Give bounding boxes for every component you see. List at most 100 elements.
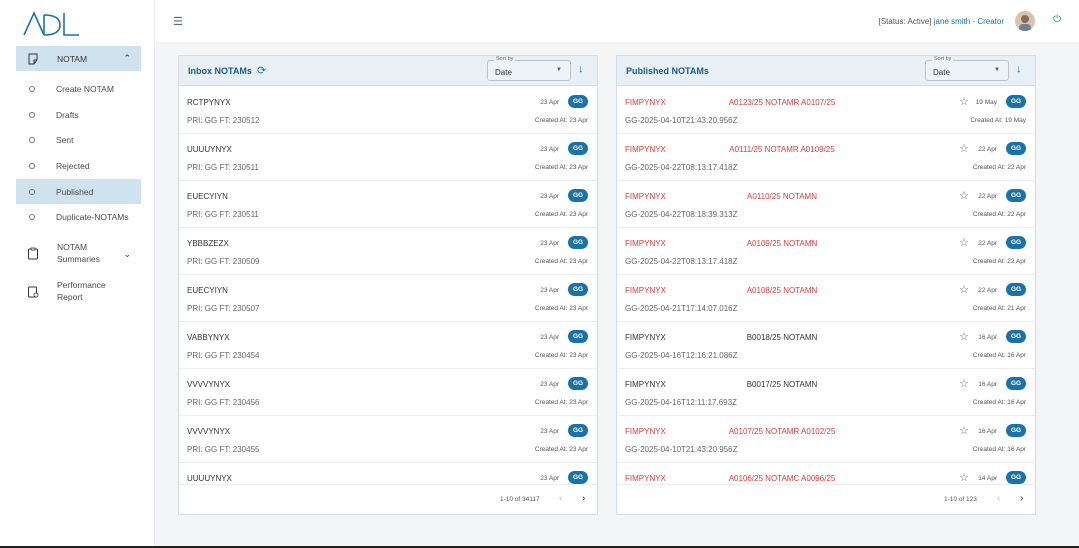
pagination: 1-10 of 123 ‹ ›: [617, 484, 1035, 514]
avatar[interactable]: [1015, 11, 1035, 31]
table-row[interactable]: FIMPYNYX GG-2025-04-16T12:11:17.693Z B0017…: [617, 369, 1035, 416]
table-row[interactable]: FIMPYNYX GG-2025-04-16T12:16:21.086Z B0018…: [617, 322, 1035, 369]
created-at: Created At: 23 Apr: [534, 117, 588, 124]
notam-timestamp: GG-2025-04-16T12:16:21.086Z: [625, 351, 738, 360]
table-row[interactable]: YBBBZEZX PRI: GG FT: 230509 23 Apr GG Create…: [179, 228, 597, 275]
sidebar-item-notam[interactable]: NOTAM ⌃: [16, 46, 141, 71]
created-at: Created At: 19 May: [970, 117, 1026, 124]
star-icon[interactable]: ☆: [959, 283, 969, 296]
sidebar-item-rejected[interactable]: Rejected: [16, 159, 141, 173]
sidebar-item-create-notam[interactable]: Create NOTAM: [16, 82, 141, 96]
table-row[interactable]: VVVVYNYX PRI: GG FT: 230456 23 Apr GG Create…: [179, 369, 597, 416]
panel-header: Inbox NOTAMs ⟳ Sort by Date ▼ ↓: [179, 56, 597, 86]
notam-timestamp: GG-2025-04-10T21:43:20.956Z: [625, 116, 738, 125]
chevron-left-icon[interactable]: ‹: [559, 493, 562, 504]
sidebar-item-label: Drafts: [56, 110, 79, 120]
star-icon[interactable]: ☆: [959, 189, 969, 202]
panel-title: Inbox NOTAMs: [188, 66, 252, 76]
status-badge: GG: [1006, 189, 1026, 202]
table-row[interactable]: UUUUYNYX PRI: GG FT: 230511 23 Apr GG Create…: [179, 134, 597, 181]
sidebar-item-performance-report[interactable]: Performance Report: [16, 279, 141, 303]
page-range: 1-10 of 123: [944, 496, 977, 503]
table-row[interactable]: RCTPYNYX PRI: GG FT: 230512 23 Apr GG Create…: [179, 87, 597, 134]
caret-down-icon: ▼: [556, 67, 562, 73]
created-at: Created At: 23 Apr: [534, 399, 588, 406]
star-icon[interactable]: ☆: [959, 236, 969, 249]
notam-originator: RCTPYNYX: [187, 98, 231, 107]
chevron-right-icon[interactable]: ›: [1020, 493, 1023, 504]
power-icon[interactable]: ⏻: [1053, 14, 1061, 25]
table-row[interactable]: VVVVYNYX PRI: GG FT: 230455 23 Apr GG Create…: [179, 416, 597, 463]
star-icon[interactable]: ☆: [959, 424, 969, 437]
notam-originator: EUECYIYN: [187, 286, 228, 295]
table-row[interactable]: FIMPYNYX GG-2025-04-10T21:43:20.956Z A0123…: [617, 87, 1035, 134]
bullet-icon: [29, 112, 35, 118]
adl-logo[interactable]: [22, 8, 82, 38]
table-row[interactable]: FIMPYNYX GG-2025-04-22T08:18:39.313Z A0110…: [617, 181, 1035, 228]
table-row[interactable]: VABBYNYX PRI: GG FT: 230454 23 Apr GG Create…: [179, 322, 597, 369]
refresh-icon[interactable]: ⟳: [257, 64, 266, 77]
status-badge: GG: [568, 283, 588, 296]
sort-select[interactable]: Sort by Date ▼: [925, 56, 1009, 81]
table-row[interactable]: EUECYIYN PRI: GG FT: 230507 23 Apr GG Create…: [179, 275, 597, 322]
sidebar-item-label: Published: [56, 186, 94, 197]
star-icon[interactable]: ☆: [959, 330, 969, 343]
sort-direction-icon[interactable]: ↓: [1016, 63, 1022, 75]
chevron-left-icon[interactable]: ‹: [997, 493, 1000, 504]
sort-direction-icon[interactable]: ↓: [578, 63, 584, 75]
sidebar-item-notam-summaries[interactable]: NOTAM Summaries ⌄: [16, 241, 141, 265]
notam-originator: UUUUYNYX: [187, 474, 232, 483]
label-line-2: Report: [57, 292, 83, 302]
star-icon[interactable]: ☆: [959, 95, 969, 108]
status-text: [Status: Active]: [878, 17, 932, 26]
table-row[interactable]: FIMPYNYX GG-2025-04-10T21:43:20.956Z A0107…: [617, 416, 1035, 463]
table-row[interactable]: FIMPYNYX A0106/25 NOTAMC A0096/25 ☆ 14 Apr G…: [617, 463, 1035, 484]
sidebar-item-duplicate-notams[interactable]: Duplicate-NOTAMs: [16, 210, 141, 224]
table-row[interactable]: FIMPYNYX GG-2025-04-22T08:13:17.418Z A0111…: [617, 134, 1035, 181]
avatar-image: [1019, 15, 1031, 31]
sidebar-item-published[interactable]: Published: [16, 179, 141, 204]
sort-label: Sort by: [932, 56, 954, 62]
user-name[interactable]: jane smith - Creator: [934, 17, 1004, 26]
table-row[interactable]: FIMPYNYX GG-2025-04-21T17:14:07.016Z A0108…: [617, 275, 1035, 322]
notam-date: 14 Apr: [978, 475, 997, 482]
status-badge: GG: [1006, 471, 1026, 484]
bullet-icon: [29, 137, 35, 143]
chevron-right-icon[interactable]: ›: [582, 493, 585, 504]
notam-priority: PRI: GG FT: 230512: [187, 116, 260, 125]
notam-date: 22 Apr: [978, 287, 997, 294]
table-row[interactable]: FIMPYNYX GG-2025-04-22T08:13:17.418Z A0109…: [617, 228, 1035, 275]
bullet-icon: [29, 214, 35, 220]
notam-id: A0123/25 NOTAMR A0107/25: [728, 98, 836, 107]
status-badge: GG: [1006, 377, 1026, 390]
created-at: Created At: 21 Apr: [972, 305, 1026, 312]
sidebar-item-label: Sent: [56, 135, 74, 145]
notam-originator: UUUUYNYX: [187, 145, 232, 154]
sidebar-item-sent[interactable]: Sent: [16, 133, 141, 147]
notam-id: A0108/25 NOTAMN: [746, 286, 818, 295]
hamburger-menu-icon[interactable]: ☰: [173, 15, 183, 28]
bullet-icon: [29, 86, 35, 92]
notam-id: A0110/25 NOTAMN: [747, 192, 817, 201]
table-row[interactable]: UUUUYNYX 23 Apr GG: [179, 463, 597, 484]
notam-date: 23 Apr: [540, 428, 559, 435]
notam-timestamp: GG-2025-04-22T08:18:39.313Z: [625, 210, 738, 219]
notam-date: 23 Apr: [540, 287, 559, 294]
created-at: Created At: 22 Apr: [972, 211, 1026, 218]
chevron-down-icon[interactable]: ⌄: [123, 248, 131, 260]
created-at: Created At: 22 Apr: [972, 164, 1026, 171]
status-badge: GG: [568, 236, 588, 249]
notam-id: A0111/25 NOTAMR A0109/25: [729, 145, 835, 154]
notam-id: A0107/25 NOTAMR A0102/25: [728, 427, 836, 436]
sidebar-item-drafts[interactable]: Drafts: [16, 108, 141, 122]
star-icon[interactable]: ☆: [959, 142, 969, 155]
created-at: Created At: 23 Apr: [534, 305, 588, 312]
inbox-list: RCTPYNYX PRI: GG FT: 230512 23 Apr GG Create…: [179, 87, 597, 484]
chevron-up-icon[interactable]: ⌃: [123, 53, 131, 64]
table-row[interactable]: EUECYIYN PRI: GG FT: 230511 23 Apr GG Create…: [179, 181, 597, 228]
sidebar-item-label: Performance Report: [57, 279, 106, 303]
star-icon[interactable]: ☆: [959, 377, 969, 390]
star-icon[interactable]: ☆: [959, 471, 969, 484]
created-at: Created At: 22 Apr: [972, 258, 1026, 265]
sort-select[interactable]: Sort by Date ▼: [487, 56, 571, 81]
